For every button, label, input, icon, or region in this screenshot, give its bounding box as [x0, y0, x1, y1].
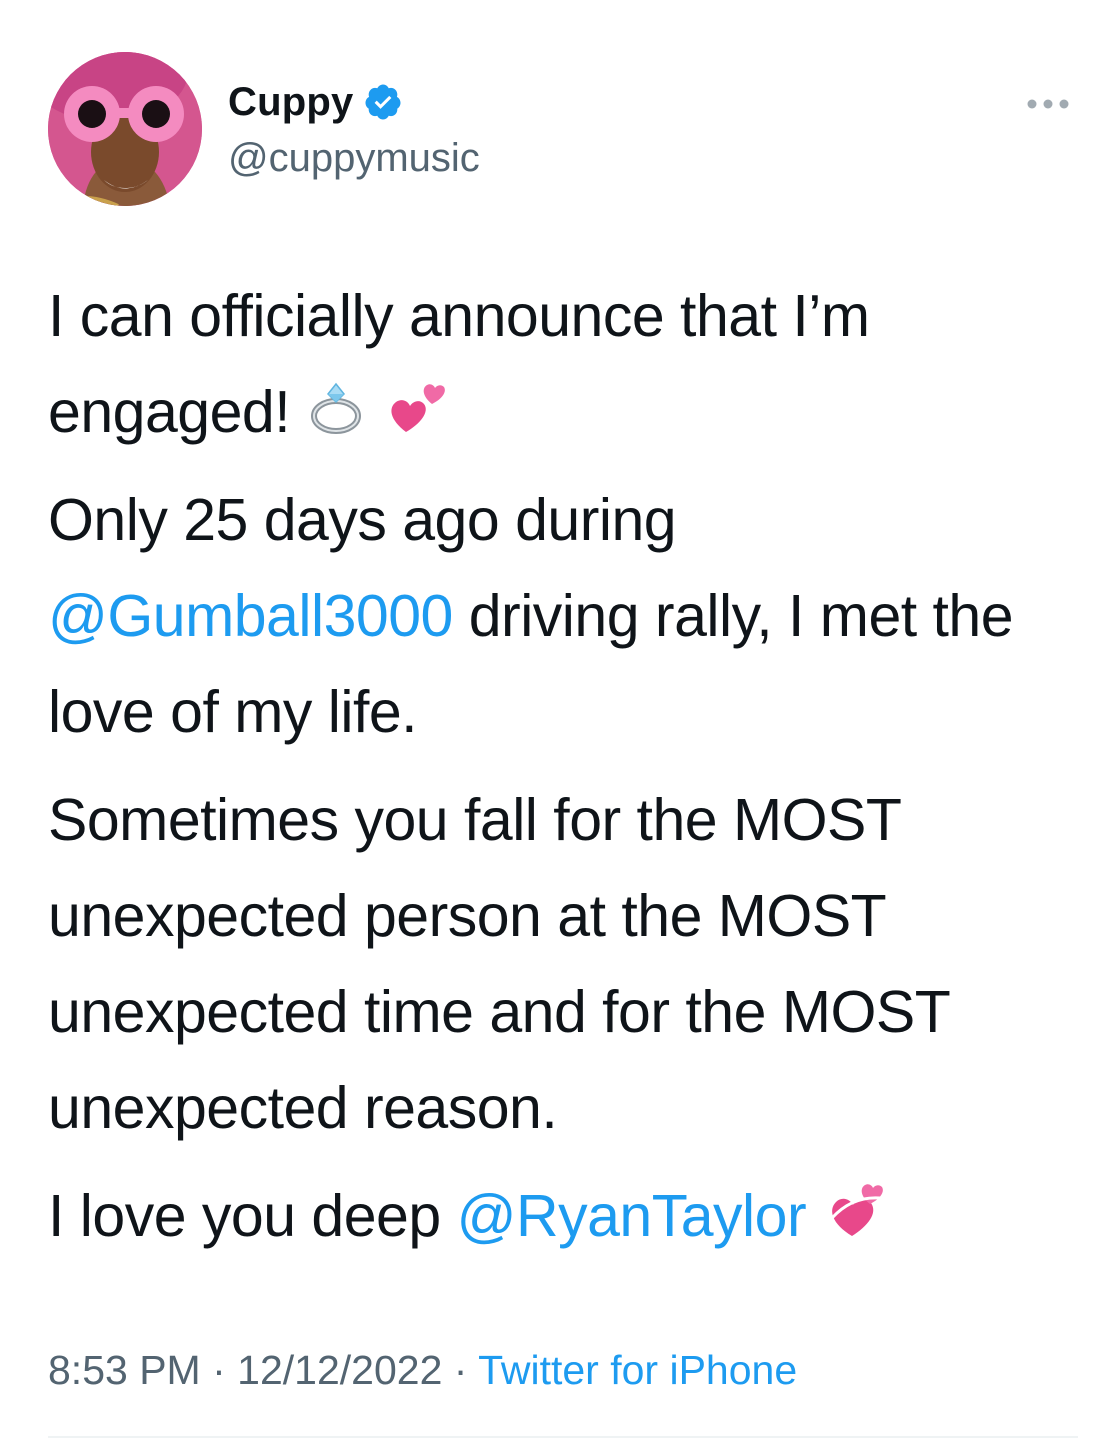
author-block[interactable]: Cuppy @cuppymusic	[228, 76, 480, 184]
verified-badge-icon	[363, 82, 403, 122]
revolving-hearts-icon	[822, 1174, 886, 1238]
avatar-pink-goggles	[48, 52, 202, 206]
handle[interactable]: @cuppymusic	[228, 132, 480, 184]
divider	[48, 1436, 1078, 1438]
tweet-header: Cuppy @cuppymusic	[48, 52, 1078, 208]
meta-separator: ·	[453, 1347, 468, 1393]
tweet-paragraph: Sometimes you fall for the MOST unexpect…	[48, 772, 1078, 1156]
paragraph-text: I love you deep	[48, 1183, 457, 1249]
tweet-paragraph: Only 25 days ago during @Gumball3000 dri…	[48, 472, 1078, 760]
display-name[interactable]: Cuppy	[228, 76, 353, 128]
more-options-icon[interactable]	[1024, 92, 1072, 116]
tweet-date[interactable]: 12/12/2022	[237, 1347, 442, 1393]
tweet-paragraph: I love you deep @RyanTaylor	[48, 1168, 1078, 1264]
tweet-paragraph: I can officially announce that I’m engag…	[48, 268, 1078, 460]
ring-icon	[306, 370, 370, 434]
tweet-meta: 8:53 PM · 12/12/2022 · Twitter for iPhon…	[48, 1340, 797, 1400]
avatar[interactable]	[48, 52, 202, 206]
two-hearts-icon	[386, 370, 450, 434]
tweet-time[interactable]: 8:53 PM	[48, 1347, 201, 1393]
paragraph-text: Only 25 days ago during	[48, 487, 677, 553]
mention-link[interactable]: @Gumball3000	[48, 583, 453, 649]
tweet-text: I can officially announce that I’m engag…	[48, 268, 1078, 1276]
paragraph-text: Sometimes you fall for the MOST unexpect…	[48, 787, 950, 1141]
paragraph-text: I can officially announce that I’m engag…	[48, 283, 870, 445]
meta-separator: ·	[212, 1347, 226, 1393]
display-name-row: Cuppy	[228, 76, 480, 128]
mention-link[interactable]: @RyanTaylor	[457, 1183, 807, 1249]
tweet-source-link[interactable]: Twitter for iPhone	[478, 1347, 797, 1393]
